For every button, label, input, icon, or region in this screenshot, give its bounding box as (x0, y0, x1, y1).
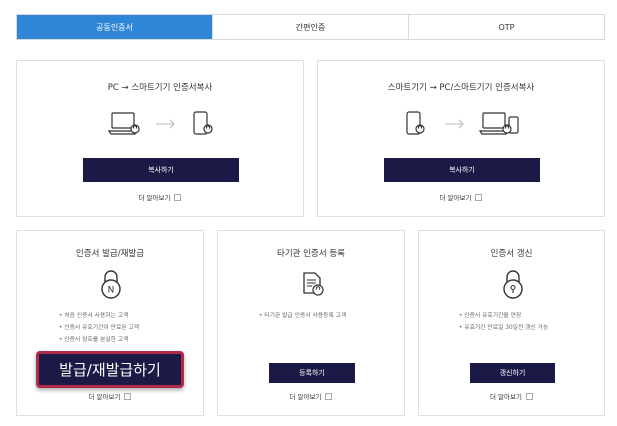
learn-more-checkbox[interactable] (525, 392, 533, 400)
learn-more-label: 더 알아보기 (88, 393, 121, 401)
copy-button[interactable]: 복사하기 (83, 158, 239, 182)
list-item: • 인증서 유효기간을 연장 (459, 313, 522, 319)
list-item: • 타기관 발급 인증서 사용등록 고객 (259, 313, 347, 319)
arrow-right-icon (156, 119, 175, 129)
learn-more-label: 더 알아보기 (138, 194, 171, 202)
card-title: 인증서 갱신 (490, 249, 533, 259)
register-description-list: • 타기관 발급 인증서 사용등록 고객 (259, 310, 346, 322)
arrow-right-icon (445, 119, 464, 129)
learn-more-label: 더 알아보기 (289, 393, 322, 401)
learn-more-label: 더 알아보기 (439, 194, 472, 202)
laptop-phone-icon (478, 112, 519, 135)
card-title: 타기관 인증서 등록 (277, 249, 345, 259)
issue-certificate-card: 인증서 발급/재발급 N • 처음 인증서 사용하는 고객 • 인증서 유효기간… (16, 230, 204, 416)
smartphone-icon (193, 111, 213, 135)
renew-certificate-card: 인증서 갱신 • 인증서 유효기간을 연장 • 유효기간 만료일 30일전 갱신… (418, 230, 605, 416)
list-item: • 인증서 암호를 분실한 고객 (59, 337, 129, 343)
learn-more-label: 더 알아보기 (490, 393, 522, 401)
lock-key-icon (503, 270, 523, 299)
list-item: • 처음 인증서 사용하는 고객 (59, 313, 129, 319)
card-title: 인증서 발급/재발급 (75, 249, 145, 259)
list-item: • 인증서 유효기간이 만료된 고객 (59, 325, 140, 331)
issue-reissue-button[interactable]: 발급/재발급하기 (36, 351, 184, 388)
learn-more-link[interactable]: 더 알아보기 (17, 391, 203, 401)
learn-more-link[interactable]: 더 알아보기 (318, 192, 604, 202)
learn-more-link[interactable]: 더 알아보기 (17, 192, 303, 202)
copy-pc-to-mobile-card: PC → 스마트기기 인증서복사 복사하기 더 알아보기 (16, 60, 304, 217)
issue-description-list: • 처음 인증서 사용하는 고객 • 인증서 유효기간이 만료된 고객 • 인증… (59, 310, 139, 346)
document-lock-icon (303, 272, 324, 296)
learn-more-checkbox[interactable] (475, 193, 483, 201)
register-button[interactable]: 등록하기 (269, 363, 355, 383)
pc-to-mobile-icon (108, 111, 213, 135)
mobile-to-pc-icon (406, 111, 519, 135)
learn-more-checkbox[interactable] (174, 193, 182, 201)
learn-more-link[interactable]: 더 알아보기 (218, 391, 404, 401)
cert-tabs: 공동인증서 간편인증 OTP (16, 14, 605, 40)
tab-simple-auth[interactable]: 간편인증 (213, 15, 409, 39)
register-certificate-card: 타기관 인증서 등록 • 타기관 발급 인증서 사용등록 고객 등록하기 더 알… (217, 230, 405, 416)
renew-description-list: • 인증서 유효기간을 연장 • 유효기간 만료일 30일전 갱신 가능 (459, 310, 548, 334)
laptop-icon (108, 112, 140, 135)
lock-letter: N (108, 286, 115, 296)
learn-more-checkbox[interactable] (325, 392, 333, 400)
copy-mobile-to-pc-card: 스마트기기 → PC/스마트기기 인증서복사 복사하기 더 알아보기 (317, 60, 605, 217)
tab-joint-certificate[interactable]: 공동인증서 (17, 15, 213, 39)
tab-otp[interactable]: OTP (409, 15, 604, 39)
card-title: PC → 스마트기기 인증서복사 (107, 83, 213, 93)
learn-more-link[interactable]: 더 알아보기 (419, 391, 604, 401)
copy-button[interactable]: 복사하기 (384, 158, 540, 182)
smartphone-icon (406, 111, 425, 135)
list-item: • 유효기간 만료일 30일전 갱신 가능 (459, 325, 549, 331)
lock-n-icon: N (101, 270, 121, 299)
learn-more-checkbox[interactable] (124, 392, 132, 400)
renew-button[interactable]: 갱신하기 (470, 363, 555, 383)
card-title: 스마트기기 → PC/스마트기기 인증서복사 (387, 83, 535, 93)
